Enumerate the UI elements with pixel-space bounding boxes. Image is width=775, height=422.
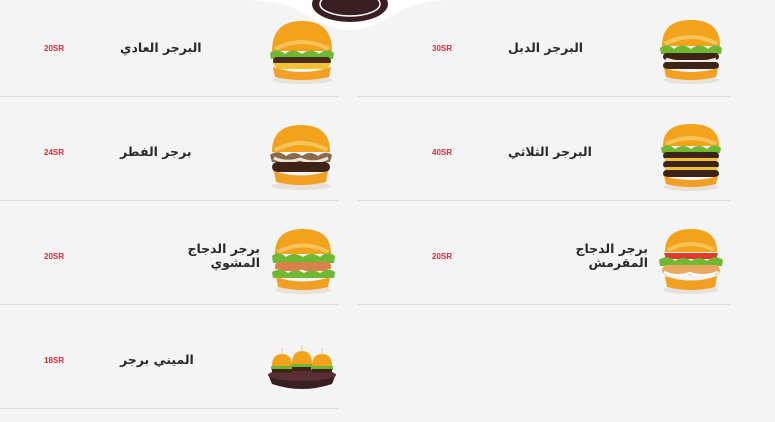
burger-grilled-chicken-icon	[268, 226, 338, 296]
menu-item[interactable]: 20SR برجر الدجاج المشوي	[0, 208, 338, 305]
item-name: الميني برجر	[120, 352, 194, 367]
item-name: البرجر الدبل	[508, 40, 584, 55]
item-name: برجر الدجاج المشوي	[187, 241, 260, 270]
burger-crispy-chicken-icon	[656, 226, 726, 296]
item-price: 20SR	[432, 251, 453, 261]
item-name: البرجر العادي	[120, 40, 202, 55]
item-name: البرجر الثلاثي	[508, 144, 592, 159]
burger-triple-icon	[656, 122, 726, 192]
menu-item[interactable]: 30SR البرجر الدبل	[358, 0, 730, 97]
item-price: 18SR	[44, 355, 65, 365]
menu-item[interactable]: 40SR البرجر الثلاثي	[358, 104, 730, 201]
item-price: 20SR	[44, 251, 65, 261]
item-price: 20SR	[44, 43, 65, 53]
item-price: 24SR	[44, 147, 65, 157]
menu-item[interactable]: 20SR البرجر العادي	[0, 0, 338, 97]
burger-classic-icon	[267, 17, 337, 87]
menu-item[interactable]: 24SR برجر الفطر	[0, 104, 338, 201]
item-price: 30SR	[432, 43, 453, 53]
mini-burgers-icon	[266, 342, 336, 412]
item-price: 40SR	[432, 147, 453, 157]
menu-item[interactable]: 20SR برجر الدجاج المقرمش	[358, 208, 730, 305]
burger-double-icon	[656, 16, 726, 86]
menu-grid: 20SR البرجر العادي 30SR البرجر الدبل 24S…	[0, 0, 775, 422]
burger-mushroom-icon	[266, 122, 336, 192]
item-name: برجر الدجاج المقرمش	[575, 241, 648, 270]
item-name: برجر الفطر	[120, 144, 192, 159]
menu-item[interactable]: 18SR الميني برجر	[0, 312, 338, 409]
menu-page: 20SR البرجر العادي 30SR البرجر الدبل 24S…	[0, 0, 775, 422]
